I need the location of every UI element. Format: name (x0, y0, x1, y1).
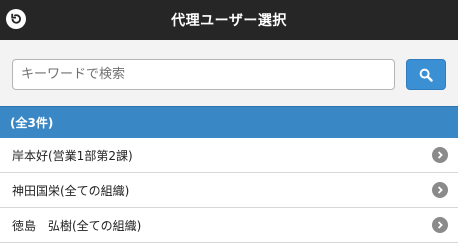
list-item[interactable]: 徳島 弘樹(全ての組織) (0, 208, 458, 243)
user-name: 岸本好(営業1部第2課) (12, 148, 133, 163)
user-name: 徳島 弘樹(全ての組織) (12, 218, 142, 233)
result-count: (全3件) (10, 116, 54, 130)
user-name: 神田国栄(全ての組織) (12, 183, 130, 198)
search-icon (419, 68, 433, 82)
chevron-right-icon (432, 182, 448, 198)
user-list: 岸本好(営業1部第2課) 神田国栄(全ての組織) 徳島 弘樹(全ての組織) (0, 138, 458, 243)
back-arrow-icon (11, 13, 21, 24)
chevron-right-icon (432, 147, 448, 163)
list-item[interactable]: 岸本好(営業1部第2課) (0, 138, 458, 173)
list-item[interactable]: 神田国栄(全ての組織) (0, 173, 458, 208)
chevron-right-icon (432, 217, 448, 233)
result-count-bar: (全3件) (0, 106, 458, 138)
page-title: 代理ユーザー選択 (171, 13, 287, 29)
search-area (0, 40, 458, 106)
search-input[interactable] (12, 59, 395, 90)
app-header: 代理ユーザー選択 (0, 0, 458, 40)
search-button[interactable] (406, 59, 446, 90)
back-button[interactable] (6, 9, 26, 29)
